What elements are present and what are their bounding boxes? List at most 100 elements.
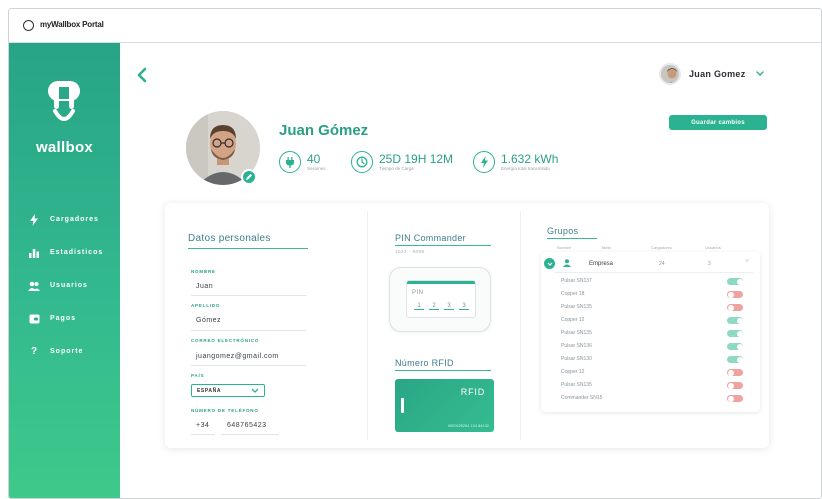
name-label: NOMBRE <box>191 269 216 274</box>
charger-toggle[interactable] <box>727 343 743 350</box>
charger-name: Copper 12 <box>561 317 585 323</box>
charger-toggle[interactable] <box>727 356 743 363</box>
collapse-group-button[interactable] <box>544 258 555 269</box>
back-arrow-icon[interactable] <box>135 67 149 83</box>
sidebar-item-label: Usuarios <box>50 282 88 289</box>
divider <box>555 272 753 273</box>
sidebar-nav: Cargadores Estadísticos Usuarios Pagos ?… <box>9 203 120 368</box>
user-menu[interactable]: Juan Gomez <box>659 62 764 86</box>
chevron-down-icon <box>547 262 552 266</box>
toggle-knob <box>736 356 743 363</box>
stat-label: Tiempo de Carga <box>379 165 414 171</box>
stat-value: 1.632 kWh <box>501 151 559 166</box>
chevron-down-icon <box>251 388 259 393</box>
bar-chart-icon <box>28 247 40 259</box>
phone-field[interactable]: 648765423 <box>227 422 267 429</box>
email-field[interactable]: juangomez@gmail.com <box>196 353 279 360</box>
charger-name: Pulsar SN130 <box>561 356 592 362</box>
stat-value: 25D 19H 12M <box>379 151 454 166</box>
toggle-knob <box>736 330 743 337</box>
column-header: Tarifa <box>601 245 611 250</box>
wallbox-logo-icon <box>48 81 80 121</box>
circle-icon <box>23 20 34 31</box>
charger-toggle[interactable] <box>727 330 743 337</box>
stat-charge-time: 25D 19H 12M Tiempo de Carga <box>351 149 453 175</box>
field-underline <box>191 330 306 331</box>
sidebar-item-cargadores[interactable]: Cargadores <box>9 203 120 236</box>
pin-title: PIN Commander <box>395 233 466 243</box>
surname-field[interactable]: Gómez <box>196 317 221 324</box>
toggle-knob <box>736 278 743 285</box>
sidebar-item-label: Cargadores <box>50 216 99 223</box>
profile-name: Juan Gómez <box>279 122 369 139</box>
toggle-knob <box>736 317 743 324</box>
toggle-knob <box>736 343 743 350</box>
charger-name: Copper 12 <box>561 369 585 375</box>
charger-toggle[interactable] <box>727 395 743 402</box>
groups-title: Grupos <box>547 226 579 236</box>
charger-toggle[interactable] <box>727 291 743 298</box>
pin-word: PIN <box>412 290 424 296</box>
column-divider <box>520 211 521 440</box>
charger-toggle[interactable] <box>727 382 743 389</box>
charger-name: Pulsar SN135 <box>561 330 592 336</box>
charger-name: Pulsar SN135 <box>561 304 592 310</box>
country-value: ESPAÑA <box>197 387 222 394</box>
sidebar-item-estadisticos[interactable]: Estadísticos <box>9 236 120 269</box>
pin-digit[interactable]: 1 <box>414 303 424 310</box>
pin-screen: PIN 1 2 3 3 <box>406 280 476 318</box>
charger-name: Pulsar SN136 <box>561 343 592 349</box>
field-underline <box>191 295 306 296</box>
pin-device: PIN 1 2 3 3 <box>389 267 491 332</box>
rfid-chip <box>401 398 404 413</box>
rfid-number: 0000025284 104 64132 <box>448 424 489 428</box>
pencil-icon <box>246 174 252 180</box>
close-icon[interactable]: × <box>745 258 749 265</box>
sidebar: wallbox Cargadores Estadísticos Usuarios <box>9 43 120 498</box>
phone-prefix[interactable]: +34 <box>196 422 209 429</box>
edit-photo-button[interactable] <box>241 169 257 185</box>
group-users-count: 3 <box>708 261 711 267</box>
sidebar-item-usuarios[interactable]: Usuarios <box>9 269 120 302</box>
pin-digit[interactable]: 3 <box>444 303 454 310</box>
column-header: Nombre <box>557 245 572 250</box>
toggle-knob <box>727 395 734 402</box>
pin-screen-bar <box>407 281 475 284</box>
question-icon: ? <box>30 346 38 357</box>
country-select[interactable]: ESPAÑA <box>191 384 265 397</box>
energy-icon <box>473 151 495 173</box>
toggle-knob <box>727 291 734 298</box>
plug-icon <box>279 151 301 173</box>
users-icon <box>28 280 40 292</box>
charger-name: Commander SN15 <box>561 395 603 401</box>
field-underline <box>191 365 306 366</box>
sidebar-item-pagos[interactable]: Pagos <box>9 302 120 335</box>
email-label: CORREO ELECTRÓNICO <box>191 338 260 343</box>
clock-icon <box>351 151 373 173</box>
stat-label: Energía total transmitida <box>501 165 550 171</box>
charger-toggle[interactable] <box>727 304 743 311</box>
charger-toggle[interactable] <box>727 369 743 376</box>
chevron-down-icon <box>755 71 764 76</box>
browser-window: myWallbox Portal wallbox Cargadores Esta <box>8 8 822 499</box>
stat-label: Sesiones <box>307 165 326 171</box>
charger-toggle[interactable] <box>727 278 743 285</box>
name-field[interactable]: Juan <box>196 283 213 290</box>
save-changes-button[interactable]: Guardar cambios <box>669 115 767 130</box>
charger-toggle[interactable] <box>727 317 743 324</box>
rfid-title: Número RFID <box>395 358 454 368</box>
group-name: Empresa <box>589 261 614 267</box>
user-name: Juan Gomez <box>689 69 746 79</box>
column-divider <box>367 211 368 440</box>
charger-name: Pulsar SN135 <box>561 382 592 388</box>
pin-digit[interactable]: 2 <box>429 303 439 310</box>
pin-digit[interactable]: 3 <box>459 303 469 310</box>
surname-label: APELLIDO <box>191 303 221 308</box>
sidebar-item-soporte[interactable]: ? Soporte <box>9 335 120 368</box>
rfid-card-label: RFID <box>460 387 485 397</box>
country-label: PAÍS <box>191 373 205 378</box>
window-title: myWallbox Portal <box>40 20 104 29</box>
rfid-card: RFID 0000025284 104 64132 <box>395 379 494 432</box>
personal-data-title: Datos personales <box>188 233 271 244</box>
field-underline <box>221 434 279 435</box>
